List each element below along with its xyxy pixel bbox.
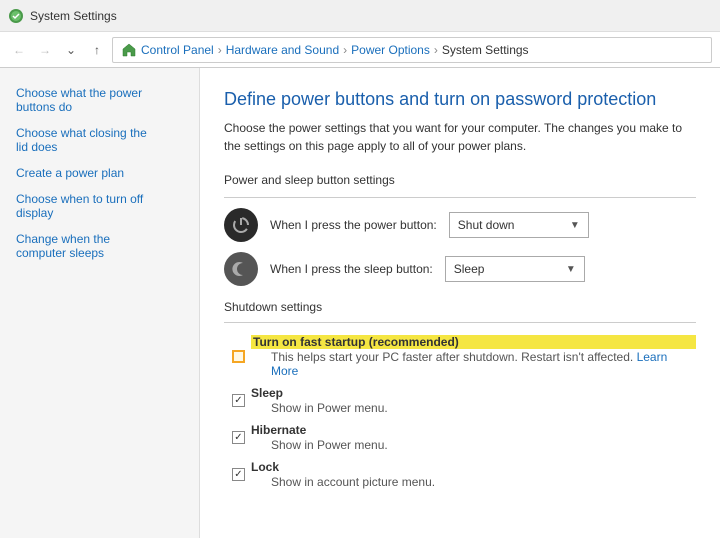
sleep-dropdown-arrow: ▼ bbox=[566, 264, 576, 275]
left-panel-create-plan[interactable]: Create a power plan bbox=[0, 160, 199, 186]
power-buttons-section-label: Power and sleep button settings bbox=[224, 173, 696, 187]
page-description: Choose the power settings that you want … bbox=[224, 119, 684, 155]
lock-content: Lock Show in account picture menu. bbox=[251, 460, 435, 489]
sleep-title: Sleep bbox=[251, 386, 388, 400]
left-panel: Choose what the powerbuttons do Choose w… bbox=[0, 68, 200, 538]
back-button[interactable]: ← bbox=[8, 39, 30, 61]
left-panel-power-buttons[interactable]: Choose what the powerbuttons do bbox=[0, 80, 199, 120]
hibernate-row: ✓ Hibernate Show in Power menu. bbox=[232, 421, 696, 452]
app-icon bbox=[8, 8, 24, 24]
left-panel-sleep[interactable]: Change when thecomputer sleeps bbox=[0, 226, 199, 266]
sleep-row: ✓ Sleep Show in Power menu. bbox=[232, 384, 696, 415]
forward-button[interactable]: → bbox=[34, 39, 56, 61]
breadcrumb-power-options[interactable]: Power Options bbox=[351, 43, 430, 57]
hibernate-checkbox[interactable]: ✓ bbox=[232, 431, 245, 444]
shutdown-section: Shutdown settings Turn on fast startup (… bbox=[224, 300, 696, 489]
fast-startup-title: Turn on fast startup (recommended) bbox=[251, 335, 696, 349]
power-icon bbox=[224, 208, 258, 242]
address-bar: ← → ⌄ ↑ Control Panel › Hardware and Sou… bbox=[0, 32, 720, 68]
up-button[interactable]: ↑ bbox=[86, 39, 108, 61]
lock-wrap: ✓ Lock Show in account picture menu. bbox=[232, 460, 435, 489]
sleep-button-selected: Sleep bbox=[454, 262, 485, 276]
power-symbol bbox=[231, 215, 251, 235]
sleep-button-row: When I press the sleep button: Sleep ▼ bbox=[224, 252, 696, 286]
lock-subtitle: Show in account picture menu. bbox=[271, 475, 435, 489]
breadcrumb-current: System Settings bbox=[442, 43, 529, 57]
page-title: Define power buttons and turn on passwor… bbox=[224, 88, 696, 111]
power-button-label: When I press the power button: bbox=[270, 218, 437, 232]
power-button-row: When I press the power button: Shut down… bbox=[224, 208, 696, 242]
section-divider-2 bbox=[224, 322, 696, 323]
fast-startup-subtitle: This helps start your PC faster after sh… bbox=[271, 350, 696, 378]
title-bar: System Settings bbox=[0, 0, 720, 32]
lock-checkbox[interactable]: ✓ bbox=[232, 468, 245, 481]
home-icon bbox=[121, 42, 137, 58]
sleep-checkbox[interactable]: ✓ bbox=[232, 394, 245, 407]
left-panel-display[interactable]: Choose when to turn offdisplay bbox=[0, 186, 199, 226]
fast-startup-row: Turn on fast startup (recommended) This … bbox=[232, 333, 696, 378]
hibernate-title: Hibernate bbox=[251, 423, 388, 437]
power-button-dropdown[interactable]: Shut down ▼ bbox=[449, 212, 589, 238]
window-title: System Settings bbox=[30, 9, 117, 23]
sleep-wrap: ✓ Sleep Show in Power menu. bbox=[232, 386, 388, 415]
dropdown-history-button[interactable]: ⌄ bbox=[60, 39, 82, 61]
hibernate-subtitle: Show in Power menu. bbox=[271, 438, 388, 452]
hibernate-content: Hibernate Show in Power menu. bbox=[251, 423, 388, 452]
fast-startup-content: Turn on fast startup (recommended) This … bbox=[251, 335, 696, 378]
sleep-icon bbox=[224, 252, 258, 286]
power-dropdown-arrow: ▼ bbox=[570, 220, 580, 231]
left-panel-closing-lid[interactable]: Choose what closing thelid does bbox=[0, 120, 199, 160]
sleep-symbol bbox=[231, 259, 251, 279]
hibernate-wrap: ✓ Hibernate Show in Power menu. bbox=[232, 423, 388, 452]
lock-title: Lock bbox=[251, 460, 435, 474]
breadcrumb-hardware-sound[interactable]: Hardware and Sound bbox=[226, 43, 339, 57]
power-button-selected: Shut down bbox=[458, 218, 515, 232]
main-layout: Choose what the powerbuttons do Choose w… bbox=[0, 68, 720, 538]
sleep-button-label: When I press the sleep button: bbox=[270, 262, 433, 276]
shutdown-section-label: Shutdown settings bbox=[224, 300, 696, 314]
fast-startup-wrap: Turn on fast startup (recommended) This … bbox=[232, 335, 696, 378]
breadcrumb: Control Panel › Hardware and Sound › Pow… bbox=[112, 37, 712, 63]
main-content: Define power buttons and turn on passwor… bbox=[200, 68, 720, 538]
section-divider-1 bbox=[224, 197, 696, 198]
fast-startup-checkbox[interactable] bbox=[232, 350, 245, 363]
lock-row: ✓ Lock Show in account picture menu. bbox=[232, 458, 696, 489]
sleep-subtitle: Show in Power menu. bbox=[271, 401, 388, 415]
breadcrumb-control-panel[interactable]: Control Panel bbox=[141, 43, 214, 57]
learn-more-link[interactable]: Learn More bbox=[271, 350, 667, 378]
sleep-button-dropdown[interactable]: Sleep ▼ bbox=[445, 256, 585, 282]
sleep-content: Sleep Show in Power menu. bbox=[251, 386, 388, 415]
